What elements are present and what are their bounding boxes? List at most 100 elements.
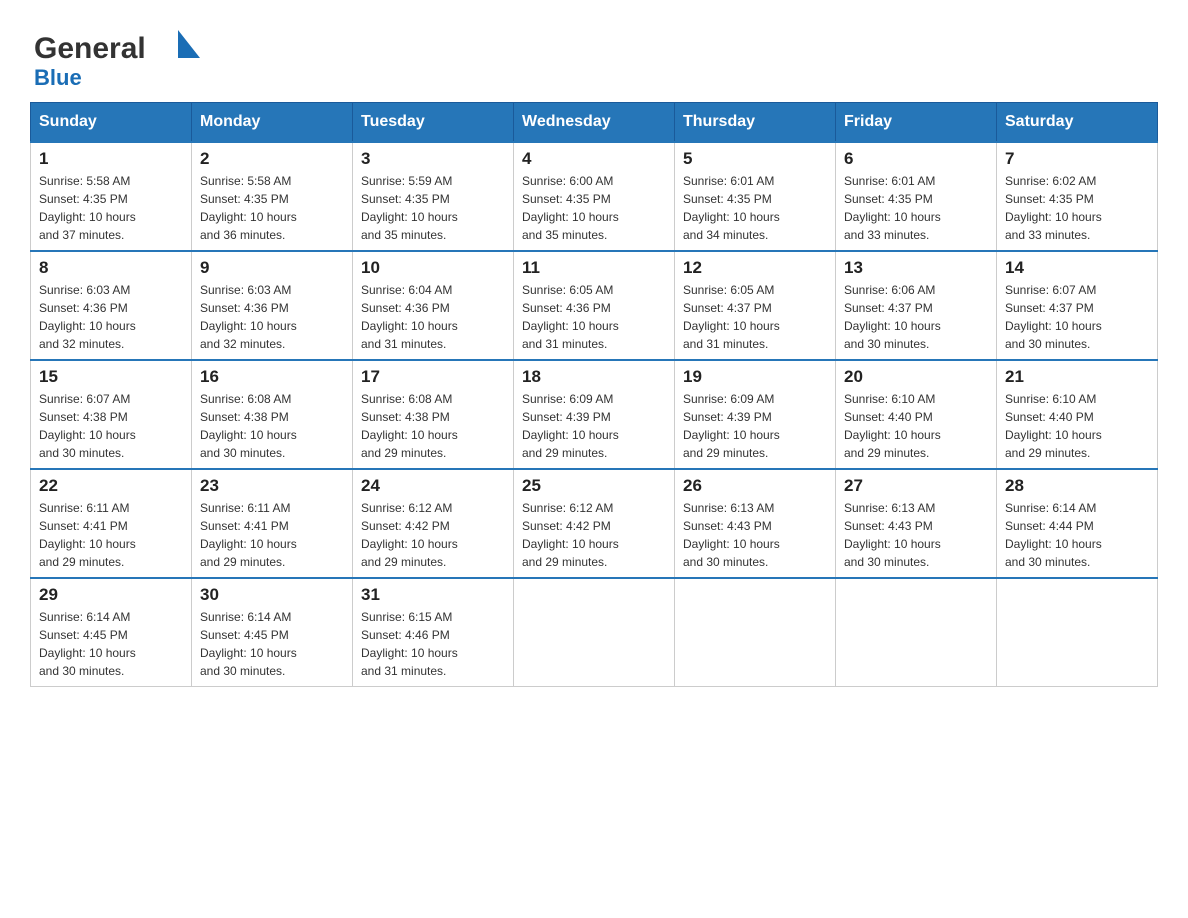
day-info: Sunrise: 6:08 AMSunset: 4:38 PMDaylight:… <box>361 392 458 460</box>
day-cell: 18 Sunrise: 6:09 AMSunset: 4:39 PMDaylig… <box>514 360 675 469</box>
day-number: 30 <box>200 585 344 605</box>
day-info: Sunrise: 6:05 AMSunset: 4:36 PMDaylight:… <box>522 283 619 351</box>
day-cell: 16 Sunrise: 6:08 AMSunset: 4:38 PMDaylig… <box>192 360 353 469</box>
col-header-sunday: Sunday <box>31 103 192 143</box>
day-info: Sunrise: 6:15 AMSunset: 4:46 PMDaylight:… <box>361 610 458 678</box>
day-info: Sunrise: 6:08 AMSunset: 4:38 PMDaylight:… <box>200 392 297 460</box>
day-info: Sunrise: 6:06 AMSunset: 4:37 PMDaylight:… <box>844 283 941 351</box>
day-cell: 1 Sunrise: 5:58 AMSunset: 4:35 PMDayligh… <box>31 142 192 251</box>
day-number: 18 <box>522 367 666 387</box>
day-number: 15 <box>39 367 183 387</box>
day-info: Sunrise: 6:04 AMSunset: 4:36 PMDaylight:… <box>361 283 458 351</box>
day-cell: 8 Sunrise: 6:03 AMSunset: 4:36 PMDayligh… <box>31 251 192 360</box>
day-cell: 14 Sunrise: 6:07 AMSunset: 4:37 PMDaylig… <box>997 251 1158 360</box>
day-number: 16 <box>200 367 344 387</box>
day-info: Sunrise: 6:14 AMSunset: 4:44 PMDaylight:… <box>1005 501 1102 569</box>
day-cell: 17 Sunrise: 6:08 AMSunset: 4:38 PMDaylig… <box>353 360 514 469</box>
col-header-saturday: Saturday <box>997 103 1158 143</box>
logo-svg: General Blue <box>30 20 200 92</box>
day-cell <box>997 578 1158 687</box>
day-cell: 30 Sunrise: 6:14 AMSunset: 4:45 PMDaylig… <box>192 578 353 687</box>
day-number: 27 <box>844 476 988 496</box>
day-cell: 3 Sunrise: 5:59 AMSunset: 4:35 PMDayligh… <box>353 142 514 251</box>
day-cell: 6 Sunrise: 6:01 AMSunset: 4:35 PMDayligh… <box>836 142 997 251</box>
week-row-3: 15 Sunrise: 6:07 AMSunset: 4:38 PMDaylig… <box>31 360 1158 469</box>
day-number: 23 <box>200 476 344 496</box>
day-cell <box>836 578 997 687</box>
day-number: 6 <box>844 149 988 169</box>
day-number: 20 <box>844 367 988 387</box>
day-cell: 5 Sunrise: 6:01 AMSunset: 4:35 PMDayligh… <box>675 142 836 251</box>
header-row: SundayMondayTuesdayWednesdayThursdayFrid… <box>31 103 1158 143</box>
day-info: Sunrise: 5:59 AMSunset: 4:35 PMDaylight:… <box>361 174 458 242</box>
week-row-1: 1 Sunrise: 5:58 AMSunset: 4:35 PMDayligh… <box>31 142 1158 251</box>
day-number: 5 <box>683 149 827 169</box>
day-number: 7 <box>1005 149 1149 169</box>
calendar-table: SundayMondayTuesdayWednesdayThursdayFrid… <box>30 102 1158 687</box>
svg-text:General: General <box>34 32 146 65</box>
col-header-monday: Monday <box>192 103 353 143</box>
day-info: Sunrise: 6:13 AMSunset: 4:43 PMDaylight:… <box>844 501 941 569</box>
col-header-thursday: Thursday <box>675 103 836 143</box>
day-number: 29 <box>39 585 183 605</box>
day-number: 13 <box>844 258 988 278</box>
day-number: 26 <box>683 476 827 496</box>
day-info: Sunrise: 6:11 AMSunset: 4:41 PMDaylight:… <box>39 501 136 569</box>
day-number: 14 <box>1005 258 1149 278</box>
col-header-tuesday: Tuesday <box>353 103 514 143</box>
day-cell: 24 Sunrise: 6:12 AMSunset: 4:42 PMDaylig… <box>353 469 514 578</box>
day-info: Sunrise: 5:58 AMSunset: 4:35 PMDaylight:… <box>39 174 136 242</box>
day-info: Sunrise: 6:11 AMSunset: 4:41 PMDaylight:… <box>200 501 297 569</box>
day-info: Sunrise: 6:02 AMSunset: 4:35 PMDaylight:… <box>1005 174 1102 242</box>
day-cell: 21 Sunrise: 6:10 AMSunset: 4:40 PMDaylig… <box>997 360 1158 469</box>
day-number: 4 <box>522 149 666 169</box>
day-number: 31 <box>361 585 505 605</box>
day-number: 1 <box>39 149 183 169</box>
week-row-5: 29 Sunrise: 6:14 AMSunset: 4:45 PMDaylig… <box>31 578 1158 687</box>
day-cell: 9 Sunrise: 6:03 AMSunset: 4:36 PMDayligh… <box>192 251 353 360</box>
day-info: Sunrise: 6:12 AMSunset: 4:42 PMDaylight:… <box>522 501 619 569</box>
calendar-body: 1 Sunrise: 5:58 AMSunset: 4:35 PMDayligh… <box>31 142 1158 687</box>
week-row-2: 8 Sunrise: 6:03 AMSunset: 4:36 PMDayligh… <box>31 251 1158 360</box>
day-info: Sunrise: 6:07 AMSunset: 4:38 PMDaylight:… <box>39 392 136 460</box>
day-number: 24 <box>361 476 505 496</box>
day-info: Sunrise: 6:09 AMSunset: 4:39 PMDaylight:… <box>683 392 780 460</box>
day-info: Sunrise: 5:58 AMSunset: 4:35 PMDaylight:… <box>200 174 297 242</box>
day-cell: 11 Sunrise: 6:05 AMSunset: 4:36 PMDaylig… <box>514 251 675 360</box>
week-row-4: 22 Sunrise: 6:11 AMSunset: 4:41 PMDaylig… <box>31 469 1158 578</box>
day-info: Sunrise: 6:05 AMSunset: 4:37 PMDaylight:… <box>683 283 780 351</box>
col-header-friday: Friday <box>836 103 997 143</box>
day-cell: 28 Sunrise: 6:14 AMSunset: 4:44 PMDaylig… <box>997 469 1158 578</box>
logo: General Blue <box>30 20 200 92</box>
day-info: Sunrise: 6:07 AMSunset: 4:37 PMDaylight:… <box>1005 283 1102 351</box>
day-number: 22 <box>39 476 183 496</box>
day-cell: 22 Sunrise: 6:11 AMSunset: 4:41 PMDaylig… <box>31 469 192 578</box>
day-number: 19 <box>683 367 827 387</box>
day-cell: 12 Sunrise: 6:05 AMSunset: 4:37 PMDaylig… <box>675 251 836 360</box>
day-cell <box>675 578 836 687</box>
day-number: 9 <box>200 258 344 278</box>
day-info: Sunrise: 6:10 AMSunset: 4:40 PMDaylight:… <box>844 392 941 460</box>
day-cell: 20 Sunrise: 6:10 AMSunset: 4:40 PMDaylig… <box>836 360 997 469</box>
day-cell: 27 Sunrise: 6:13 AMSunset: 4:43 PMDaylig… <box>836 469 997 578</box>
day-info: Sunrise: 6:13 AMSunset: 4:43 PMDaylight:… <box>683 501 780 569</box>
day-cell: 26 Sunrise: 6:13 AMSunset: 4:43 PMDaylig… <box>675 469 836 578</box>
day-cell: 31 Sunrise: 6:15 AMSunset: 4:46 PMDaylig… <box>353 578 514 687</box>
day-cell: 23 Sunrise: 6:11 AMSunset: 4:41 PMDaylig… <box>192 469 353 578</box>
col-header-wednesday: Wednesday <box>514 103 675 143</box>
day-info: Sunrise: 6:14 AMSunset: 4:45 PMDaylight:… <box>200 610 297 678</box>
day-number: 12 <box>683 258 827 278</box>
day-cell: 4 Sunrise: 6:00 AMSunset: 4:35 PMDayligh… <box>514 142 675 251</box>
day-cell: 19 Sunrise: 6:09 AMSunset: 4:39 PMDaylig… <box>675 360 836 469</box>
day-info: Sunrise: 6:09 AMSunset: 4:39 PMDaylight:… <box>522 392 619 460</box>
day-cell: 29 Sunrise: 6:14 AMSunset: 4:45 PMDaylig… <box>31 578 192 687</box>
day-number: 2 <box>200 149 344 169</box>
day-cell: 13 Sunrise: 6:06 AMSunset: 4:37 PMDaylig… <box>836 251 997 360</box>
calendar-header: SundayMondayTuesdayWednesdayThursdayFrid… <box>31 103 1158 143</box>
day-cell: 10 Sunrise: 6:04 AMSunset: 4:36 PMDaylig… <box>353 251 514 360</box>
day-number: 8 <box>39 258 183 278</box>
day-info: Sunrise: 6:01 AMSunset: 4:35 PMDaylight:… <box>683 174 780 242</box>
day-info: Sunrise: 6:12 AMSunset: 4:42 PMDaylight:… <box>361 501 458 569</box>
svg-text:Blue: Blue <box>34 65 82 90</box>
day-number: 17 <box>361 367 505 387</box>
